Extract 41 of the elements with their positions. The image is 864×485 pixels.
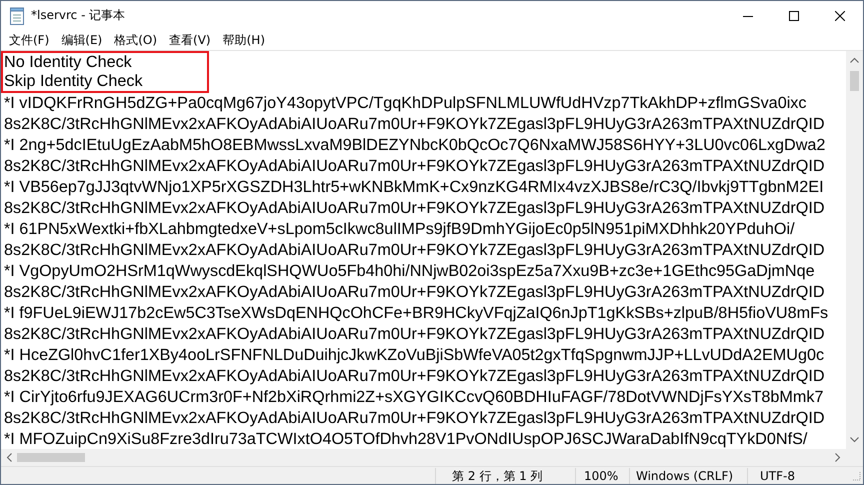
scroll-thumb[interactable] <box>850 71 859 91</box>
text-line: Skip Identity Check <box>4 72 143 91</box>
text-line: *I VB56ep7gJJ3qtvWNjo1XP5rXGSZDH3Lhtr5+wKNBkMmK+Cx9nzKG4RMIx4vzXJBS8e/rC3Q/Ibvkj9TTgbnM2EI <box>4 177 824 198</box>
status-text: Windows (CRLF) <box>629 468 747 484</box>
text-line: *I f9FUeL9iEWJ17b2cEw5C3TseXWsDqENHQcOhCFe+BR9HCkyVFqjZaIQ6nJpT1gKkSBs+zlpuB/8H5fioVU8mFs <box>4 303 828 324</box>
status-text: 100% <box>575 468 629 484</box>
horizontal-scrollbar[interactable] <box>1 449 846 466</box>
text-line: 8s2K8C/3tRcHhGNlMEvx2xAFKOyAdAbiAIUoARu7m0Ur+F9KOYk7ZEgasl3pFL9HUyG3rA263mTPAXtNUZdrQID <box>4 324 825 345</box>
menu-item[interactable]: 格式(O) <box>108 30 164 50</box>
text-line: *I 2ng+5dcIEtuUgEzAabM5hO8EBMwssLxvaM9BlDEZYNbcK0bQcOc7Q6NxaMWJ58S6HYY+3LU0vc06LxgDwa2 <box>4 135 826 156</box>
text-line: 8s2K8C/3tRcHhGNlMEvx2xAFKOyAdAbiAIUoARu7m0Ur+F9KOYk7ZEgasl3pFL9HUyG3rA263mTPAXtNUZdrQID <box>4 198 825 219</box>
text-line: 8s2K8C/3tRcHhGNlMEvx2xAFKOyAdAbiAIUoARu7m0Ur+F9KOYk7ZEgasl3pFL9HUyG3rA263mTPAXtNUZdrQID <box>4 366 825 387</box>
status-text: UTF-8 <box>747 468 851 484</box>
status-text: 第 2 行，第 1 列 <box>435 468 575 484</box>
text-line: 8s2K8C/3tRcHhGNlMEvx2xAFKOyAdAbiAIUoARu7m0Ur+F9KOYk7ZEgasl3pFL9HUyG3rA263mTPAXtNUZdrQID <box>4 408 825 429</box>
text-line: *I vIDQKFrRnGH5dZG+Pa0cqMg67joY43opytVPC/TgqKhDPulpSFNLMLUWfUdHVzp7TkAkhDP+zflmGSva0ixc <box>4 93 806 114</box>
text-line: *I VgOpyUmO2HSrM1qWwyscdEkqlSHQWUo5Fb4h0hi/NNjwB02oi3spEz5a7Xxu9B+zc3e+1GEthc95GaDjmNqe <box>4 261 815 282</box>
notepad-icon <box>9 6 25 24</box>
resize-grip-icon[interactable] <box>851 470 861 480</box>
text-line: *I 61PN5xWextki+fbXLahbmgtedxeV+sLpom5cIkwc8ulIMPs9jfB9DmhYGijoEc0p5lN951piMXDhhk20YPduhOi/ <box>4 219 795 240</box>
maximize-icon <box>789 10 799 20</box>
vertical-scrollbar[interactable] <box>846 51 863 449</box>
scroll-down-icon[interactable] <box>850 437 859 443</box>
text-line: 8s2K8C/3tRcHhGNlMEvx2xAFKOyAdAbiAIUoARu7m0Ur+F9KOYk7ZEgasl3pFL9HUyG3rA263mTPAXtNUZdrQID <box>4 156 825 177</box>
text-line: 8s2K8C/3tRcHhGNlMEvx2xAFKOyAdAbiAIUoARu7m0Ur+F9KOYk7ZEgasl3pFL9HUyG3rA263mTPAXtNUZdrQID <box>4 240 825 261</box>
menu-item[interactable]: 编辑(E) <box>55 30 108 50</box>
text-line: *I CirYjto6rfu9JEXAG6UCrm3r0F+Nf2bXiRQrhmi2Z+sXGYGIKCcvQ60BDHIuFAGF/78DotVWNDjFsYXsT8bMmk7 <box>4 387 824 408</box>
text-line: 8s2K8C/3tRcHhGNlMEvx2xAFKOyAdAbiAIUoARu7m0Ur+F9KOYk7ZEgasl3pFL9HUyG3rA263mTPAXtNUZdrQID <box>4 282 825 303</box>
text-line: *I HceZGl0hvC1fer1XBy4ooLrSFNFNLDuDuihjcJkwKZoVuBjiSbWfeVA05t2gxTfqSpgnwmJJP+LLvUDdA2EMUg0c <box>4 345 824 366</box>
scroll-up-icon[interactable] <box>850 57 859 63</box>
text-line: *I MFOZuipCn9XiSu8Fzre3dIru73aTCWIxtO4O5TOfDhvh28V1PvONdIUspOPJ6SCJWaraDabIfN9cqTYkD0NfS/ <box>4 429 808 449</box>
menu-item[interactable]: 查看(V) <box>163 30 217 50</box>
scroll-left-icon[interactable] <box>6 453 12 462</box>
scroll-right-icon[interactable] <box>835 453 841 462</box>
close-icon <box>835 10 845 20</box>
menu-item[interactable]: 文件(F) <box>3 30 56 50</box>
text-line: No Identity Check <box>4 53 132 72</box>
menu-item[interactable]: 帮助(H) <box>216 30 271 50</box>
text-line: 8s2K8C/3tRcHhGNlMEvx2xAFKOyAdAbiAIUoARu7m0Ur+F9KOYk7ZEgasl3pFL9HUyG3rA263mTPAXtNUZdrQID <box>4 114 825 135</box>
window-title: *lservrc - 记事本 <box>31 7 126 24</box>
scroll-thumb[interactable] <box>17 453 85 462</box>
